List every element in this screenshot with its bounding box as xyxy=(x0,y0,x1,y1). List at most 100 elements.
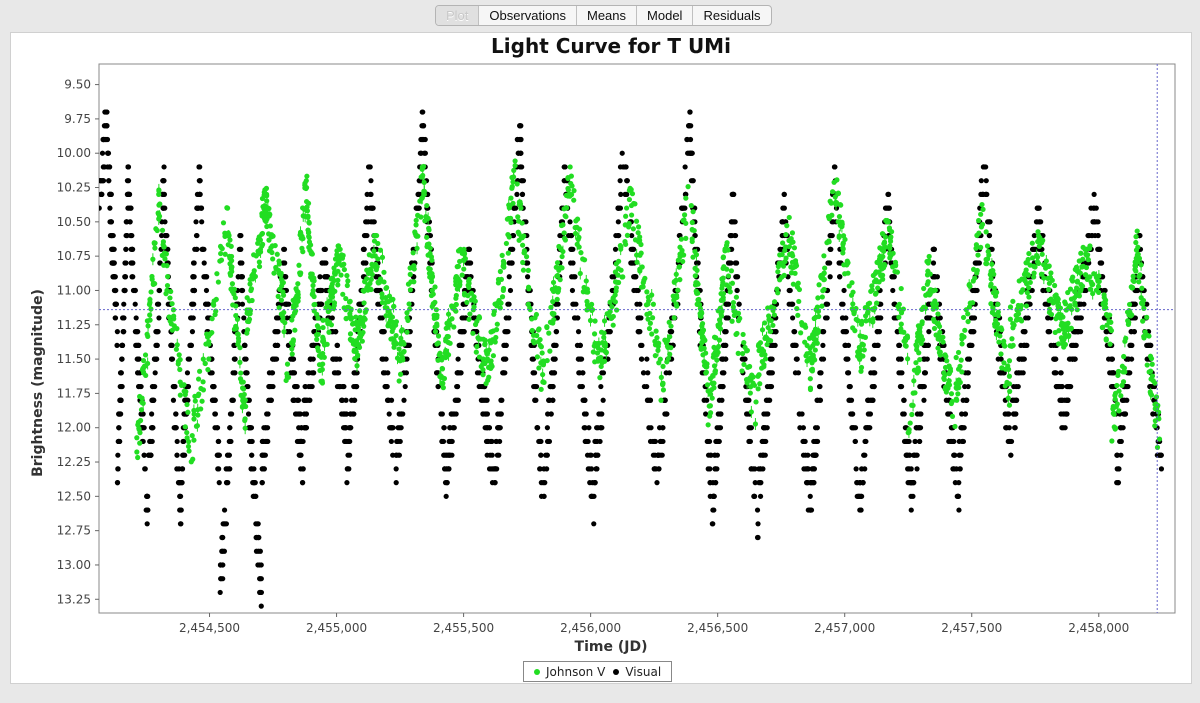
data-point xyxy=(637,266,643,272)
data-point xyxy=(515,214,521,220)
data-point xyxy=(388,425,394,431)
data-point xyxy=(532,397,538,403)
data-point xyxy=(396,378,402,384)
data-point xyxy=(284,361,291,367)
data-point xyxy=(493,334,499,341)
data-point xyxy=(296,425,302,431)
data-point xyxy=(267,211,273,218)
data-point xyxy=(446,466,452,472)
data-point xyxy=(619,150,625,156)
data-point xyxy=(277,286,283,292)
data-point xyxy=(236,246,242,252)
tab-model[interactable]: Model xyxy=(636,6,692,25)
data-point xyxy=(597,375,603,381)
data-point xyxy=(184,429,190,436)
tab-means[interactable]: Means xyxy=(576,6,636,25)
data-point xyxy=(137,417,144,424)
data-point xyxy=(865,411,871,417)
data-point xyxy=(689,219,695,226)
tab-plot[interactable]: Plot xyxy=(436,6,479,25)
data-point xyxy=(480,372,486,378)
data-point xyxy=(818,370,824,376)
data-point xyxy=(550,299,556,305)
data-point xyxy=(296,452,302,458)
data-point xyxy=(337,356,343,362)
data-point xyxy=(582,397,588,403)
data-point xyxy=(190,260,197,266)
data-point xyxy=(487,338,493,344)
data-point xyxy=(713,480,719,486)
data-point xyxy=(553,286,560,293)
data-point xyxy=(1128,329,1135,335)
data-point xyxy=(162,256,168,262)
data-point xyxy=(194,246,200,252)
tab-observations[interactable]: Observations xyxy=(478,6,576,25)
data-point xyxy=(573,301,579,307)
data-point xyxy=(189,432,195,439)
data-point xyxy=(678,236,684,242)
data-point xyxy=(169,327,176,333)
data-point xyxy=(886,205,892,211)
data-point xyxy=(1072,356,1078,362)
data-point xyxy=(335,282,341,288)
data-point xyxy=(541,379,547,386)
data-point xyxy=(121,301,127,307)
y-tick-label: 10.50 xyxy=(57,215,91,229)
data-point xyxy=(781,191,787,197)
data-point xyxy=(229,288,236,295)
data-point xyxy=(854,480,860,486)
data-point xyxy=(695,281,701,287)
data-point xyxy=(290,356,296,362)
data-point xyxy=(1118,438,1124,445)
data-point xyxy=(681,212,688,218)
data-point xyxy=(326,319,333,325)
data-point xyxy=(689,236,695,242)
data-point xyxy=(218,257,225,263)
data-point xyxy=(710,493,716,499)
data-point xyxy=(663,370,669,376)
data-point xyxy=(404,329,410,335)
data-point xyxy=(344,272,350,279)
data-point xyxy=(188,315,194,321)
data-point xyxy=(668,329,674,335)
data-point xyxy=(139,399,145,406)
tab-residuals[interactable]: Residuals xyxy=(692,6,770,25)
data-point xyxy=(151,240,157,247)
data-point xyxy=(1115,480,1121,486)
data-point xyxy=(956,480,962,486)
data-point xyxy=(114,329,120,335)
data-point xyxy=(434,341,440,347)
data-point xyxy=(570,274,577,280)
data-point xyxy=(490,353,496,359)
data-point xyxy=(318,378,324,384)
data-point xyxy=(211,397,217,403)
data-point xyxy=(302,383,309,390)
data-point xyxy=(333,370,339,376)
data-point xyxy=(595,452,601,458)
data-point xyxy=(924,356,930,362)
data-point xyxy=(969,342,975,348)
data-point xyxy=(860,480,866,486)
data-point xyxy=(645,397,651,403)
data-point xyxy=(410,250,416,256)
data-point xyxy=(576,226,583,232)
data-point xyxy=(500,356,507,362)
data-point xyxy=(588,466,595,472)
data-point xyxy=(344,466,350,472)
data-point xyxy=(361,288,367,294)
light-curve-chart[interactable]: Light Curve for T UMi Time (JD) Brightne… xyxy=(11,33,1191,683)
data-point xyxy=(107,205,113,211)
data-point xyxy=(238,392,244,398)
data-point xyxy=(249,452,255,458)
data-point xyxy=(841,287,847,294)
data-point xyxy=(290,337,296,343)
data-point xyxy=(827,232,833,239)
data-point xyxy=(660,425,666,431)
data-point xyxy=(607,329,613,335)
data-point xyxy=(722,329,728,335)
data-point xyxy=(538,438,544,445)
data-point xyxy=(420,123,427,129)
data-point xyxy=(623,213,629,219)
data-point xyxy=(710,521,716,527)
data-point xyxy=(166,314,172,320)
